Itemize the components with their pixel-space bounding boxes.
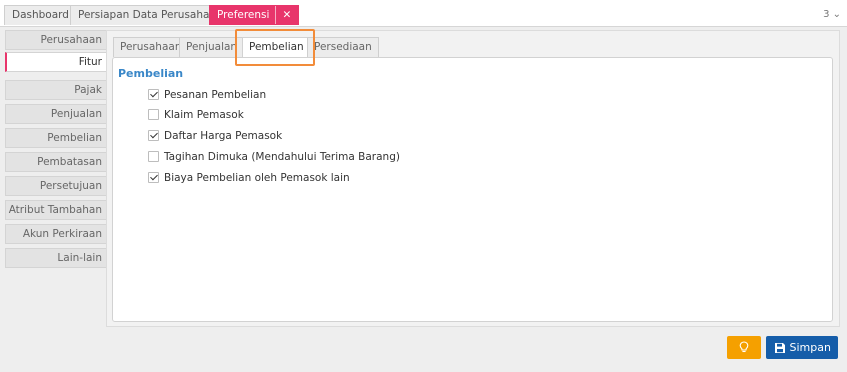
option-label: Pesanan Pembelian [164,89,267,101]
option-label: Tagihan Dimuka (Mendahului Terima Barang… [164,151,400,163]
close-icon[interactable]: ✕ [275,6,291,24]
sidebar-item-perusahaan[interactable]: Perusahaan [5,30,108,50]
option-label: Klaim Pemasok [164,109,244,121]
option-label: Daftar Harga Pemasok [164,130,283,142]
option-pesanan-pembelian[interactable]: Pesanan Pembelian [148,89,266,103]
subtab-persediaan[interactable]: Persediaan [307,37,379,57]
option-tagihan-dimuka[interactable]: Tagihan Dimuka (Mendahului Terima Barang… [148,151,400,165]
sidebar-item-lain-lain[interactable]: Lain-lain [5,248,108,268]
subtab-pembelian[interactable]: Pembelian [242,37,311,58]
tab-preferensi[interactable]: Preferensi ✕ [209,5,300,25]
sidebar-item-pembatasan[interactable]: Pembatasan [5,152,108,172]
checkbox-unchecked[interactable] [148,109,159,120]
tab-persiapan-data-perusahaan[interactable]: Persiapan Data Perusahaan [70,5,231,25]
lightbulb-icon [739,341,749,353]
sidebar-item-penjualan[interactable]: Penjualan [5,104,108,124]
sidebar-item-fitur[interactable]: Fitur [5,52,108,72]
save-button[interactable]: Simpan [766,336,838,359]
save-button-label: Simpan [789,341,831,354]
tab-preferensi-label: Preferensi [217,9,270,21]
sidebar-item-pajak[interactable]: Pajak [5,80,108,100]
checkbox-checked[interactable] [148,172,159,183]
checkbox-unchecked[interactable] [148,151,159,162]
floppy-disk-icon [775,343,785,353]
option-biaya-pembelian[interactable]: Biaya Pembelian oleh Pemasok lain [148,172,350,186]
option-daftar-harga-pemasok[interactable]: Daftar Harga Pemasok [148,130,282,144]
top-tab-bar: Dashboard Persiapan Data Perusahaan Pref… [0,0,847,27]
sidebar-item-persetujuan[interactable]: Persetujuan [5,176,108,196]
sidebar-item-atribut-tambahan[interactable]: Atribut Tambahan [5,200,108,220]
subtab-perusahaan[interactable]: Perusahaan [113,37,189,57]
bulb-button[interactable] [727,336,761,359]
option-klaim-pemasok[interactable]: Klaim Pemasok [148,109,244,123]
checkbox-checked[interactable] [148,89,159,100]
tab-counter-dropdown[interactable]: 3 ⌄ [823,9,841,20]
checkbox-checked[interactable] [148,130,159,141]
section-title: Pembelian [118,67,184,80]
tab-dashboard[interactable]: Dashboard [4,5,77,25]
subtab-penjualan[interactable]: Penjualan [179,37,245,57]
sidebar-item-pembelian[interactable]: Pembelian [5,128,108,148]
sidebar-item-akun-perkiraan[interactable]: Akun Perkiraan [5,224,108,244]
option-label: Biaya Pembelian oleh Pemasok lain [164,172,350,184]
